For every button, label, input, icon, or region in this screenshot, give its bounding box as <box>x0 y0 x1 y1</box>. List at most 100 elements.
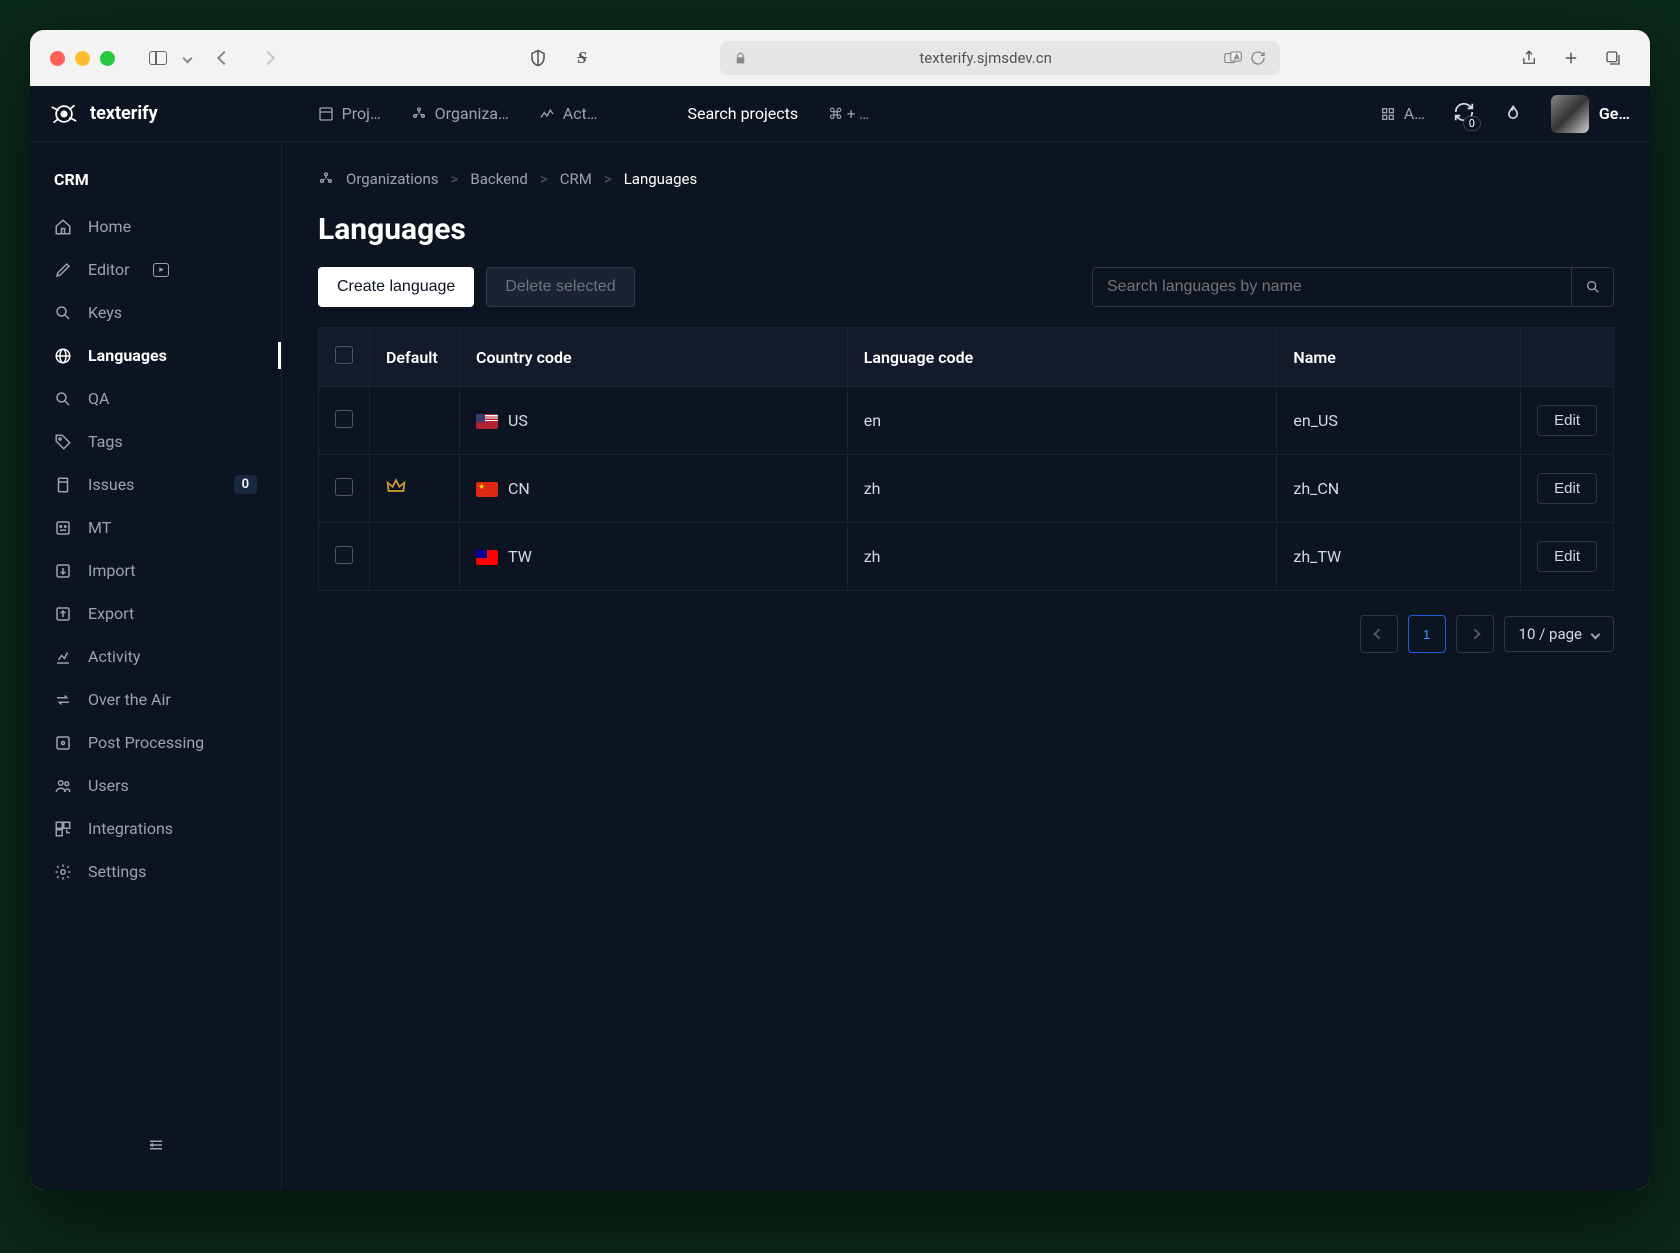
sidebar-item-label: Activity <box>88 647 140 666</box>
integrations-icon <box>54 820 72 838</box>
sidebar-item-settings[interactable]: Settings <box>30 850 281 893</box>
home-icon <box>54 218 72 236</box>
share-button[interactable] <box>1512 43 1546 73</box>
forward-button[interactable] <box>251 43 285 73</box>
reload-icon[interactable] <box>1250 50 1266 66</box>
issue-icon <box>54 476 72 494</box>
url-text: texterify.sjmsdev.cn <box>755 49 1216 67</box>
select-all-checkbox[interactable] <box>335 346 353 364</box>
settings-icon <box>54 863 72 881</box>
sidebar-item-qa[interactable]: QA <box>30 377 281 420</box>
minimize-window-button[interactable] <box>75 51 90 66</box>
flag-cn-icon <box>476 482 498 497</box>
avatar <box>1551 95 1589 133</box>
new-tab-button[interactable] <box>1554 43 1588 73</box>
cell-name: en_US <box>1277 387 1521 455</box>
main-content: Organizations > Backend > CRM > Language… <box>282 142 1650 1190</box>
process-icon <box>54 734 72 752</box>
back-button[interactable] <box>207 43 241 73</box>
search-icon <box>54 304 72 322</box>
tool-icon <box>1380 106 1396 122</box>
brand-logo-icon <box>50 100 78 128</box>
sidebar-item-import[interactable]: Import <box>30 549 281 592</box>
address-bar[interactable]: texterify.sjmsdev.cn A <box>720 41 1280 75</box>
nav-search[interactable]: Search projects <box>687 104 798 123</box>
row-checkbox[interactable] <box>335 410 353 428</box>
row-checkbox[interactable] <box>335 478 353 496</box>
sidebar-item-activity[interactable]: Activity <box>30 635 281 678</box>
nav-label: Act… <box>563 104 598 123</box>
cell-language-code: zh <box>847 523 1277 591</box>
maximize-window-button[interactable] <box>100 51 115 66</box>
create-language-button[interactable]: Create language <box>318 267 474 307</box>
sidebar-item-integrations[interactable]: Integrations <box>30 807 281 850</box>
sidebar-item-ota[interactable]: Over the Air <box>30 678 281 721</box>
sidebar-collapse-button[interactable] <box>30 1120 281 1170</box>
nav-projects[interactable]: Proj… <box>318 104 381 123</box>
shield-icon[interactable] <box>521 43 555 73</box>
flame-icon[interactable] <box>1503 104 1523 124</box>
tag-icon <box>54 433 72 451</box>
sidebar-item-label: QA <box>88 389 109 408</box>
sidebar-item-label: Over the Air <box>88 690 171 709</box>
nav-label: A… <box>1404 104 1425 123</box>
browser-window: S texterify.sjmsdev.cn A texterify Proj… <box>30 30 1650 1190</box>
app-body: CRM Home Editor ▸ Keys Languages <box>30 142 1650 1190</box>
sidebar-toggle-button[interactable] <box>141 43 175 73</box>
activity-icon <box>539 106 555 122</box>
sidebar-item-label: MT <box>88 518 111 537</box>
sidebar-item-editor[interactable]: Editor ▸ <box>30 248 281 291</box>
delete-selected-button[interactable]: Delete selected <box>486 267 634 307</box>
sync-button[interactable]: 0 <box>1453 101 1475 127</box>
sidebar-item-label: Languages <box>88 346 167 365</box>
row-checkbox[interactable] <box>335 546 353 564</box>
chart-icon <box>54 648 72 666</box>
col-default: Default <box>370 328 460 387</box>
user-menu[interactable]: Ge… <box>1551 95 1630 133</box>
cell-country-code: TW <box>508 547 532 566</box>
user-name: Ge… <box>1599 104 1630 123</box>
next-page-button[interactable] <box>1456 615 1494 653</box>
nav-tool[interactable]: A… <box>1380 104 1425 123</box>
edit-button[interactable]: Edit <box>1537 405 1597 436</box>
edit-button[interactable]: Edit <box>1537 473 1597 504</box>
cell-name: zh_TW <box>1277 523 1521 591</box>
breadcrumb-link[interactable]: CRM <box>560 170 592 188</box>
breadcrumb-link[interactable]: Organizations <box>346 170 439 188</box>
app-root: texterify Proj… Organiza… Act… Search pr… <box>30 86 1650 1190</box>
nav-activity[interactable]: Act… <box>539 104 598 123</box>
sidebar-item-mt[interactable]: MT <box>30 506 281 549</box>
sidebar-item-users[interactable]: Users <box>30 764 281 807</box>
col-name: Name <box>1277 328 1521 387</box>
breadcrumb-link[interactable]: Backend <box>470 170 528 188</box>
extension-icon[interactable]: S <box>565 43 599 73</box>
sidebar-item-tags[interactable]: Tags <box>30 420 281 463</box>
tabs-button[interactable] <box>1596 43 1630 73</box>
search-button[interactable] <box>1572 267 1614 307</box>
edit-button[interactable]: Edit <box>1537 541 1597 572</box>
sidebar-item-languages[interactable]: Languages <box>30 334 281 377</box>
sidebar-item-issues[interactable]: Issues 0 <box>30 463 281 506</box>
nav-label: Organiza… <box>435 104 509 123</box>
prev-page-button[interactable] <box>1360 615 1398 653</box>
translate-icon: A <box>1224 51 1242 65</box>
col-language-code: Language code <box>847 328 1277 387</box>
export-icon <box>54 605 72 623</box>
nav-organizations[interactable]: Organiza… <box>411 104 509 123</box>
per-page-select[interactable]: 10 / page <box>1504 616 1614 652</box>
close-window-button[interactable] <box>50 51 65 66</box>
search-input[interactable] <box>1092 267 1572 307</box>
sidebar-item-export[interactable]: Export <box>30 592 281 635</box>
sidebar-item-keys[interactable]: Keys <box>30 291 281 334</box>
breadcrumb-current: Languages <box>624 170 698 188</box>
sidebar-item-postprocess[interactable]: Post Processing <box>30 721 281 764</box>
brand[interactable]: texterify <box>50 100 158 128</box>
titlebar-dropdown[interactable] <box>177 43 197 73</box>
flag-tw-icon <box>476 550 498 565</box>
sidebar-title: CRM <box>30 162 281 205</box>
breadcrumb-sep: > <box>540 170 548 188</box>
org-icon <box>318 171 334 187</box>
page-1-button[interactable]: 1 <box>1408 615 1446 653</box>
sidebar-item-home[interactable]: Home <box>30 205 281 248</box>
sidebar-item-label: Tags <box>88 432 123 451</box>
